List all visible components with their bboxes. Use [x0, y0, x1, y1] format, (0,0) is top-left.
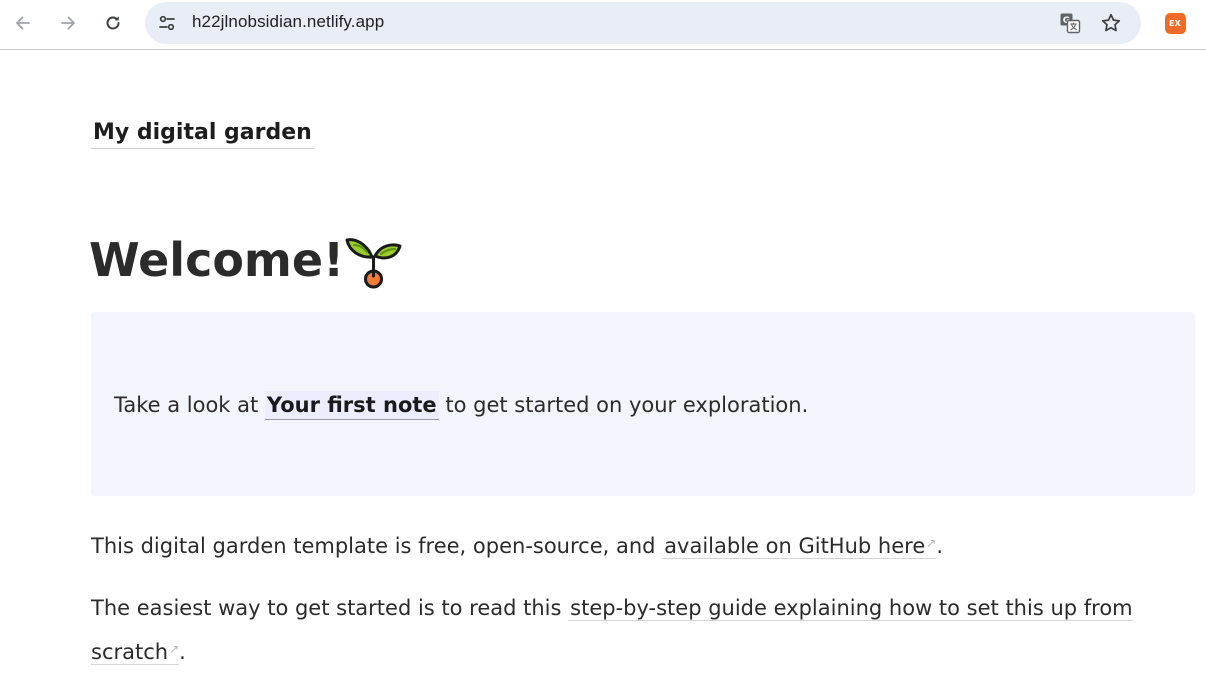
site-info-tune-icon — [159, 15, 175, 31]
star-icon — [1101, 13, 1121, 32]
callout-text-before: Take a look at — [114, 393, 265, 417]
browser-toolbar: h22jlnobsidian.netlify.app G EX — [0, 0, 1206, 50]
reload-icon — [106, 16, 120, 30]
external-link-icon: ↗ — [926, 536, 937, 550]
page-content: My digital garden Welcome! Take a look a… — [0, 51, 1206, 675]
forward-arrow-icon — [61, 16, 75, 30]
url-text[interactable]: h22jlnobsidian.netlify.app — [192, 12, 384, 32]
back-arrow-icon — [16, 16, 30, 30]
first-note-link[interactable]: Your first note — [264, 391, 439, 420]
site-info-button[interactable] — [151, 7, 183, 39]
callout-box: Take a look at Your first note to get st… — [91, 312, 1195, 496]
github-link[interactable]: available on GitHub here↗ — [662, 534, 937, 559]
page-heading: Welcome! — [89, 233, 345, 287]
extension-button[interactable]: EX — [1160, 8, 1190, 38]
site-title-link[interactable]: My digital garden — [91, 119, 314, 149]
github-text-before: This digital garden template is free, op… — [91, 534, 663, 558]
translate-icon: G — [1060, 13, 1081, 34]
external-link-icon: ↗ — [169, 642, 180, 656]
translate-button[interactable]: G — [1054, 7, 1086, 39]
forward-button[interactable] — [52, 7, 84, 39]
callout-text-after: to get started on your exploration. — [438, 393, 809, 417]
guide-paragraph: The easiest way to get started is to rea… — [91, 588, 1151, 673]
reload-button[interactable] — [97, 7, 129, 39]
seedling-icon — [345, 238, 402, 289]
github-text-after: . — [936, 534, 943, 558]
github-link-text: available on GitHub here — [664, 534, 926, 558]
extension-icon: EX — [1164, 12, 1186, 34]
back-button[interactable] — [7, 7, 39, 39]
bookmark-button[interactable] — [1095, 7, 1127, 39]
callout-text: Take a look at Your first note to get st… — [114, 390, 808, 420]
guide-text-before: The easiest way to get started is to rea… — [91, 596, 569, 620]
github-paragraph: This digital garden template is free, op… — [91, 523, 1151, 567]
guide-text-after: . — [179, 640, 186, 664]
address-bar[interactable]: h22jlnobsidian.netlify.app G — [145, 2, 1141, 44]
